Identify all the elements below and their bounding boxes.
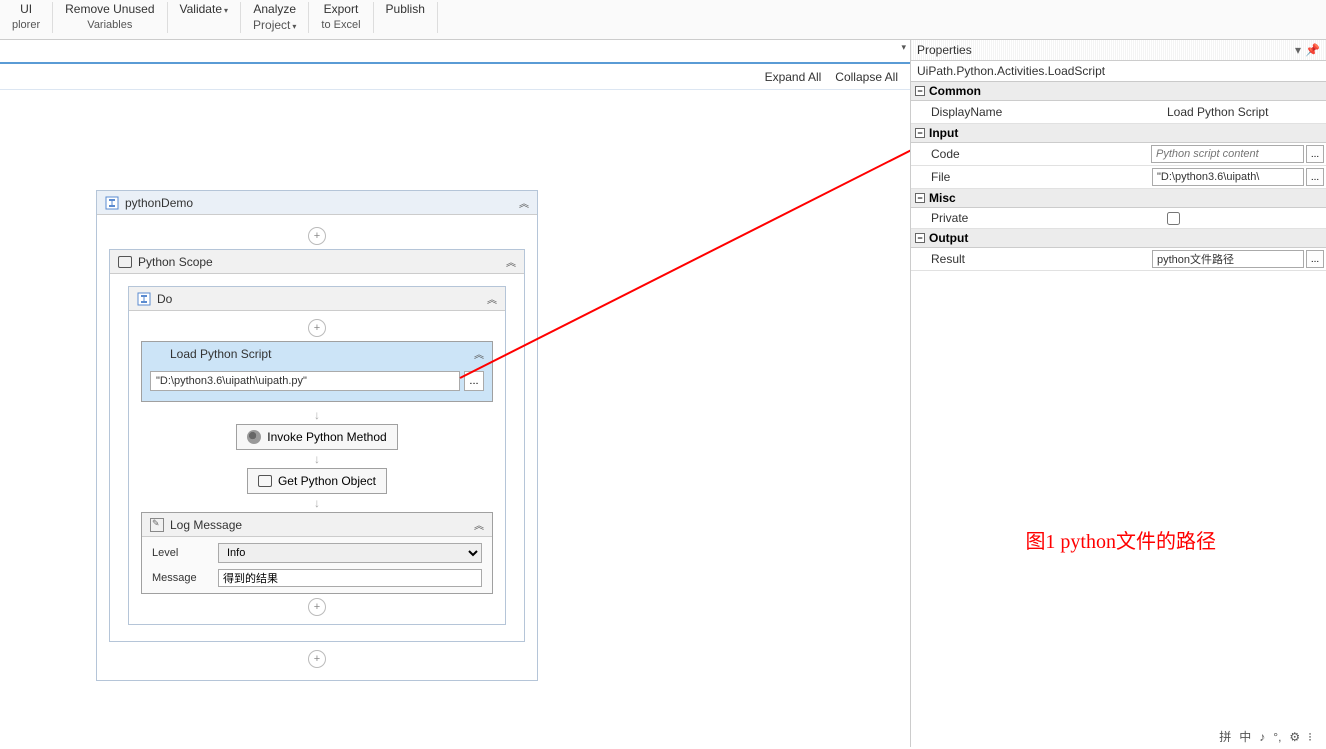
activity-log-message[interactable]: Log Message ︽ Level Info <box>141 512 493 594</box>
ime-icon[interactable]: 拼 <box>1219 728 1231 745</box>
prop-label: Result <box>911 249 1150 269</box>
activity-type-label: UiPath.Python.Activities.LoadScript <box>911 61 1326 82</box>
prop-row-private[interactable]: Private <box>911 208 1326 229</box>
prop-row-code[interactable]: Code ... <box>911 143 1326 166</box>
collapse-icon[interactable]: ︽ <box>487 291 497 306</box>
add-activity-button[interactable]: + <box>308 598 326 616</box>
sequence-title: pythonDemo <box>125 196 513 210</box>
sequence-icon <box>105 196 119 210</box>
toolbar-remove-unused-vars[interactable]: Remove Unused Variables <box>53 2 167 33</box>
prop-label: Private <box>911 208 1161 228</box>
log-message-input[interactable] <box>218 569 482 587</box>
collapse-all-button[interactable]: Collapse All <box>835 70 898 84</box>
browse-button[interactable]: ... <box>464 371 484 391</box>
punct-icon[interactable]: °, <box>1273 730 1281 744</box>
properties-title: Properties <box>917 43 972 57</box>
collapse-icon[interactable]: ︽ <box>474 346 484 361</box>
sequence-pythondemo[interactable]: pythonDemo ︽ + Python Scope ︽ <box>96 190 538 681</box>
log-title: Log Message <box>170 518 468 532</box>
load-script-path-input[interactable]: "D:\python3.6\uipath\uipath.py" <box>150 371 460 391</box>
expand-icon[interactable]: − <box>915 193 925 203</box>
more-icon[interactable]: ⁝ <box>1308 730 1312 744</box>
collapse-icon[interactable]: ︽ <box>519 195 529 210</box>
prop-category-input[interactable]: − Input <box>911 124 1326 143</box>
sound-icon[interactable]: ♪ <box>1259 730 1265 744</box>
toolbar-publish[interactable]: Publish <box>374 2 438 33</box>
toolbar: UI plorer Remove Unused Variables Valida… <box>0 0 1326 40</box>
prop-label: Code <box>911 144 1149 164</box>
load-script-title: Load Python Script <box>170 347 468 361</box>
python-icon <box>247 430 261 444</box>
sequence-do[interactable]: Do ︽ + Load Python Script <box>128 286 506 625</box>
collapse-icon[interactable]: ︽ <box>474 517 484 532</box>
flow-arrow-icon <box>133 406 501 424</box>
prop-input-code[interactable] <box>1151 145 1304 163</box>
expand-icon[interactable]: − <box>915 86 925 96</box>
flow-arrow-icon <box>133 494 501 512</box>
add-activity-button[interactable]: + <box>308 650 326 668</box>
designer-action-bar: Expand All Collapse All <box>0 62 910 90</box>
activity-load-python-script[interactable]: Load Python Script ︽ "D:\python3.6\uipat… <box>141 341 493 402</box>
log-level-select[interactable]: Info <box>218 543 482 563</box>
activity-python-scope[interactable]: Python Scope ︽ Do <box>109 249 525 642</box>
prop-category-output[interactable]: − Output <box>911 229 1326 248</box>
flow-arrow-icon <box>133 450 501 468</box>
do-title: Do <box>157 292 481 306</box>
sequence-icon <box>137 292 151 306</box>
toolbar-validate[interactable]: Validate▾ <box>168 2 242 33</box>
add-activity-button[interactable]: + <box>308 319 326 337</box>
prop-row-file[interactable]: File ... <box>911 166 1326 189</box>
prop-category-common[interactable]: − Common <box>911 82 1326 101</box>
toolbar-export-excel[interactable]: Export to Excel <box>309 2 373 33</box>
prop-label: DisplayName <box>911 102 1161 122</box>
log-icon <box>150 518 164 532</box>
activity-get-python-object[interactable]: Get Python Object <box>247 468 387 494</box>
toolbar-ui-explorer[interactable]: UI plorer <box>0 2 53 33</box>
lang-icon[interactable]: 中 <box>1239 728 1251 745</box>
prop-label: File <box>911 167 1150 187</box>
log-level-label: Level <box>152 547 210 559</box>
getobj-title: Get Python Object <box>278 474 376 488</box>
prop-row-result[interactable]: Result ... <box>911 248 1326 271</box>
log-message-label: Message <box>152 572 210 584</box>
invoke-title: Invoke Python Method <box>267 430 386 444</box>
browse-button[interactable]: ... <box>1306 168 1324 186</box>
designer-canvas[interactable]: ▾ Expand All Collapse All pythonDemo ︽ + <box>0 40 910 747</box>
prop-category-misc[interactable]: − Misc <box>911 189 1326 208</box>
status-bar: 拼 中 ♪ °, ⚙ ⁝ <box>1219 728 1312 745</box>
prop-row-displayname[interactable]: DisplayName Load Python Script <box>911 101 1326 124</box>
panel-options-icon[interactable]: ▾ <box>1295 43 1301 57</box>
expand-icon[interactable]: − <box>915 233 925 243</box>
collapse-icon[interactable]: ︽ <box>506 254 516 269</box>
prop-value-displayname[interactable]: Load Python Script <box>1163 103 1324 121</box>
prop-input-result[interactable] <box>1152 250 1304 268</box>
scope-icon <box>118 256 132 268</box>
annotation-text: 图1 python文件的路径 <box>1025 525 1216 554</box>
browse-button[interactable]: ... <box>1306 145 1324 163</box>
browse-button[interactable]: ... <box>1306 250 1324 268</box>
expand-all-button[interactable]: Expand All <box>765 70 822 84</box>
scope-icon <box>258 475 272 487</box>
activity-invoke-python-method[interactable]: Invoke Python Method <box>236 424 397 450</box>
add-activity-button[interactable]: + <box>308 227 326 245</box>
expand-icon[interactable]: − <box>915 128 925 138</box>
prop-input-file[interactable] <box>1152 168 1304 186</box>
toolbar-analyze-project[interactable]: Analyze Project▾ <box>241 2 309 33</box>
gear-icon[interactable]: ⚙ <box>1289 730 1300 744</box>
python-scope-title: Python Scope <box>138 255 500 269</box>
designer-collapse-arrow[interactable]: ▾ <box>901 42 906 53</box>
properties-panel-header[interactable]: Properties ▾ 📌 <box>911 40 1326 61</box>
prop-checkbox-private[interactable] <box>1167 212 1180 225</box>
pin-icon[interactable]: 📌 <box>1305 43 1320 57</box>
properties-panel: Properties ▾ 📌 UiPath.Python.Activities.… <box>910 40 1326 747</box>
